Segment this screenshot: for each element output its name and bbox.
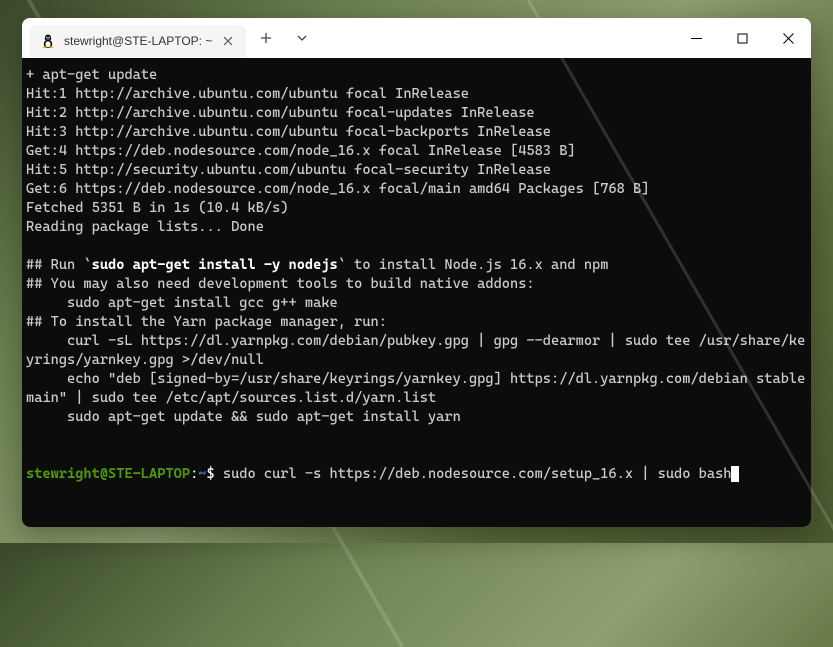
current-command: sudo curl -s https://deb.nodesource.com/… — [223, 466, 732, 482]
close-window-button[interactable] — [765, 18, 811, 58]
output-line: ## Run `sudo apt-get install -y nodejs` … — [26, 257, 608, 273]
output-line: Hit:5 http://security.ubuntu.com/ubuntu … — [26, 162, 551, 178]
output-line: echo "deb [signed-by=/usr/share/keyrings… — [26, 371, 811, 406]
output-line: sudo apt-get install gcc g++ make — [26, 295, 338, 311]
window-controls — [673, 18, 811, 58]
tux-icon — [40, 33, 56, 49]
maximize-button[interactable] — [719, 18, 765, 58]
terminal-output: + apt-get update Hit:1 http://archive.ub… — [26, 66, 807, 484]
titlebar: stewright@STE-LAPTOP: ~ — [22, 18, 811, 58]
minimize-button[interactable] — [673, 18, 719, 58]
output-line: Reading package lists... Done — [26, 219, 264, 235]
output-line: Hit:3 http://archive.ubuntu.com/ubuntu f… — [26, 124, 551, 140]
output-line: Get:6 https://deb.nodesource.com/node_16… — [26, 181, 649, 197]
terminal-viewport[interactable]: + apt-get update Hit:1 http://archive.ub… — [22, 58, 811, 527]
cursor — [731, 466, 739, 482]
output-line: Fetched 5351 B in 1s (10.4 kB/s) — [26, 200, 289, 216]
prompt-line: stewright@STE-LAPTOP:~$ sudo curl -s htt… — [26, 466, 731, 482]
output-line: ## You may also need development tools t… — [26, 276, 535, 292]
tab-title: stewright@STE-LAPTOP: ~ — [64, 34, 212, 48]
tab-dropdown-button[interactable] — [286, 22, 318, 54]
output-line: ## To install the Yarn package manager, … — [26, 314, 387, 330]
output-line: Hit:1 http://archive.ubuntu.com/ubuntu f… — [26, 86, 469, 102]
output-line: Get:4 https://deb.nodesource.com/node_16… — [26, 143, 576, 159]
new-tab-button[interactable] — [250, 22, 282, 54]
output-line: + apt-get update — [26, 67, 157, 83]
close-tab-button[interactable] — [220, 33, 236, 49]
output-line: curl -sL https://dl.yarnpkg.com/debian/p… — [26, 333, 805, 368]
output-line: Hit:2 http://archive.ubuntu.com/ubuntu f… — [26, 105, 535, 121]
tab-active[interactable]: stewright@STE-LAPTOP: ~ — [30, 25, 246, 57]
prompt-user-host: stewright@STE-LAPTOP — [26, 466, 190, 482]
terminal-window: stewright@STE-LAPTOP: ~ + apt-get update… — [22, 18, 811, 527]
output-line: sudo apt-get update && sudo apt-get inst… — [26, 409, 461, 425]
